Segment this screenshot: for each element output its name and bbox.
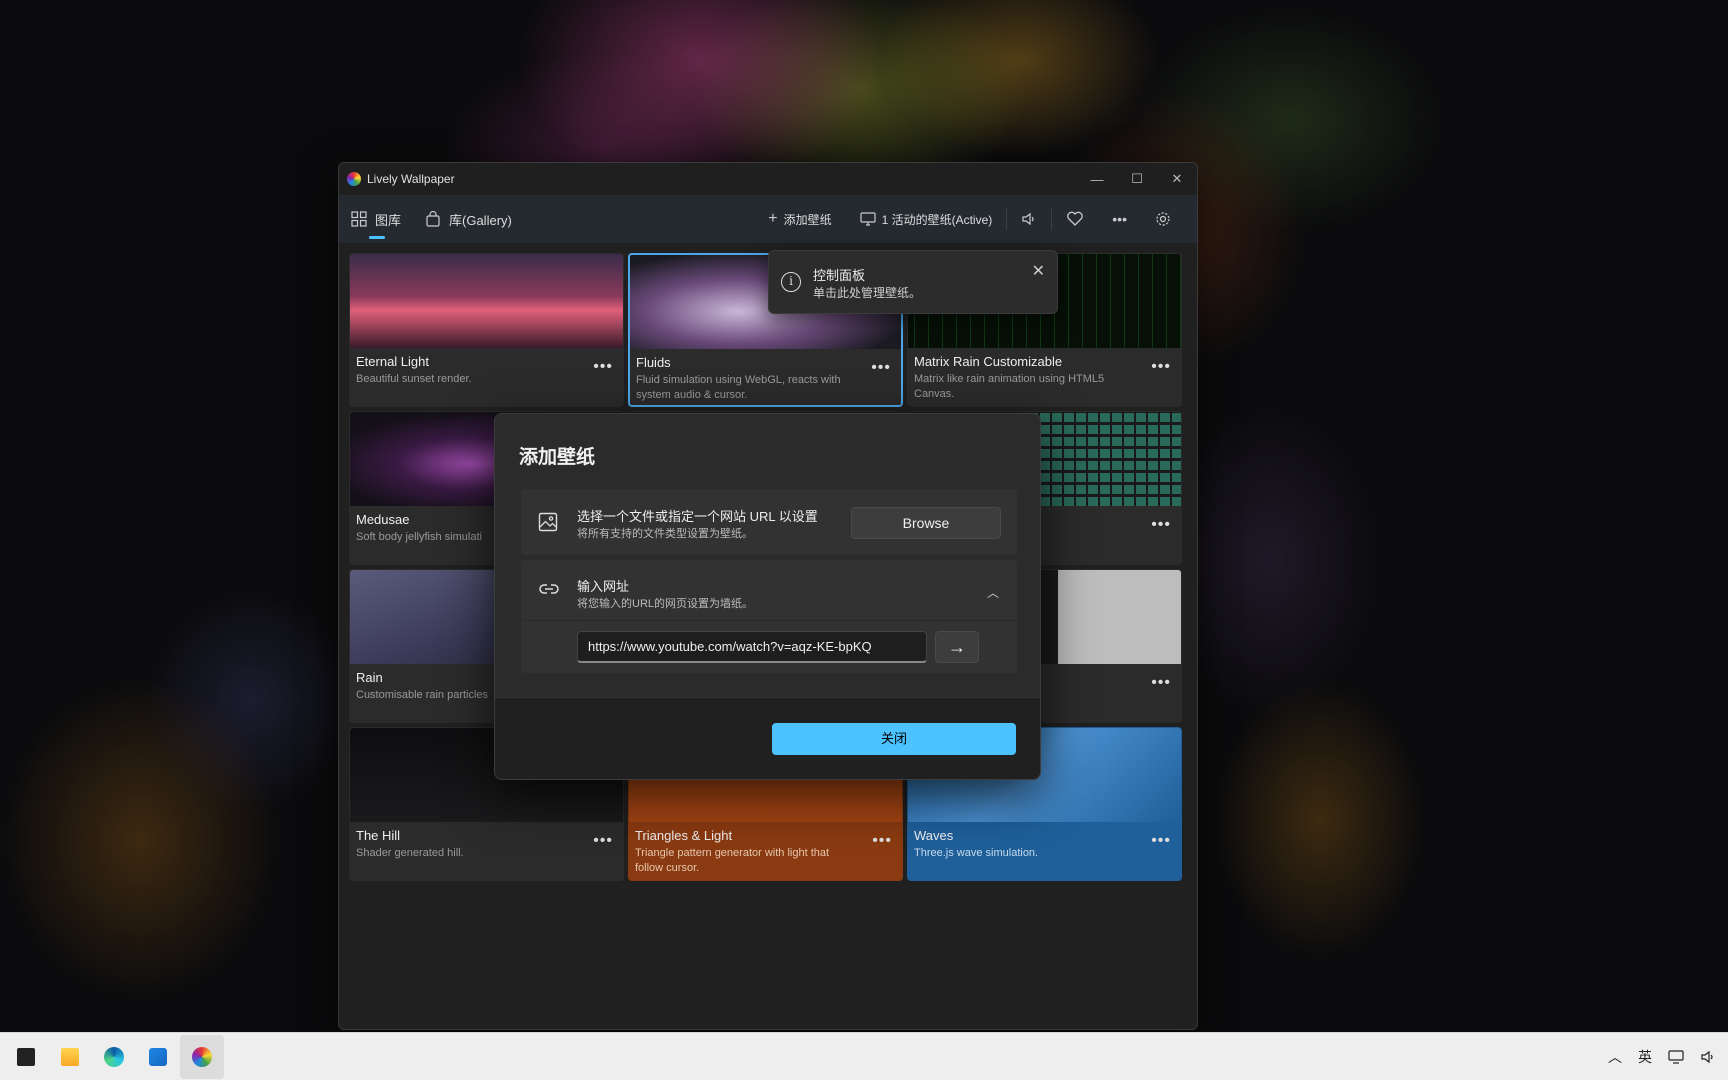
wallpaper-title: Fluids bbox=[636, 355, 671, 370]
active-wallpapers-button[interactable]: 1 活动的壁纸(Active) bbox=[846, 195, 1007, 243]
lively-logo-icon bbox=[347, 172, 361, 186]
taskbar-file-explorer[interactable] bbox=[48, 1035, 92, 1079]
wallpaper-desc: Fluid simulation using WebGL, reacts wit… bbox=[636, 374, 841, 401]
control-panel-tip[interactable]: i 控制面板 单击此处管理壁纸。 ✕ bbox=[768, 250, 1058, 314]
store-icon bbox=[149, 1047, 167, 1066]
add-wallpaper-button[interactable]: + 添加壁纸 bbox=[754, 195, 845, 243]
file-select-panel: 选择一个文件或指定一个网站 URL 以设置 将所有支持的文件类型设置为壁纸。 B… bbox=[521, 489, 1017, 555]
volume-button[interactable] bbox=[1007, 195, 1051, 243]
window-title: Lively Wallpaper bbox=[367, 172, 455, 186]
card-more-button[interactable]: ••• bbox=[872, 832, 892, 850]
speaker-icon[interactable] bbox=[1700, 1050, 1716, 1064]
bag-icon bbox=[426, 211, 440, 227]
card-more-button[interactable]: ••• bbox=[1151, 674, 1171, 692]
wallpaper-title: Eternal Light bbox=[356, 354, 429, 369]
card-more-button[interactable]: ••• bbox=[1151, 358, 1171, 376]
wallpaper-card-eternal-light[interactable]: Eternal Light Beautiful sunset render. •… bbox=[349, 253, 624, 407]
image-icon bbox=[538, 512, 558, 532]
wallpaper-desc: Triangle pattern generator with light th… bbox=[635, 847, 830, 874]
go-button[interactable]: → bbox=[935, 631, 979, 663]
taskbar-lively[interactable] bbox=[180, 1034, 224, 1079]
card-more-button[interactable]: ••• bbox=[593, 358, 613, 376]
add-wallpaper-dialog: 添加壁纸 选择一个文件或指定一个网站 URL 以设置 将所有支持的文件类型设置为… bbox=[494, 413, 1041, 780]
url-panel: 输入网址 将您输入的URL的网页设置为墙纸。 ︿ https://www.you… bbox=[521, 560, 1017, 673]
nav-library[interactable]: 图库 bbox=[351, 195, 401, 243]
active-wallpapers-label: 1 活动的壁纸(Active) bbox=[881, 212, 993, 227]
card-more-button[interactable]: ••• bbox=[1151, 516, 1171, 534]
favorite-button[interactable] bbox=[1052, 195, 1098, 243]
gear-icon bbox=[1156, 212, 1170, 226]
info-icon: i bbox=[781, 272, 801, 292]
heart-icon bbox=[1067, 211, 1084, 226]
link-icon bbox=[539, 584, 559, 594]
wallpaper-title: Waves bbox=[914, 828, 954, 843]
url-panel-subtitle: 将您输入的URL的网页设置为墙纸。 bbox=[577, 598, 754, 610]
terminal-icon bbox=[17, 1047, 35, 1066]
settings-button[interactable] bbox=[1141, 195, 1185, 243]
browse-button[interactable]: Browse bbox=[851, 507, 1001, 539]
card-more-button[interactable]: ••• bbox=[1151, 832, 1171, 850]
dialog-title: 添加壁纸 bbox=[519, 447, 596, 468]
title-bar: Lively Wallpaper — ☐ ✕ bbox=[339, 163, 1197, 195]
nav-gallery[interactable]: 库(Gallery) bbox=[425, 195, 512, 243]
plus-icon: + bbox=[768, 210, 778, 227]
card-more-button[interactable]: ••• bbox=[871, 359, 891, 377]
input-language[interactable]: 英 bbox=[1638, 1047, 1652, 1067]
url-panel-title: 输入网址 bbox=[577, 579, 630, 594]
maximize-button[interactable]: ☐ bbox=[1117, 163, 1157, 195]
tip-subtitle: 单击此处管理壁纸。 bbox=[813, 286, 922, 300]
nav-gallery-label: 库(Gallery) bbox=[449, 212, 512, 228]
wallpaper-desc: Three.js wave simulation. bbox=[914, 847, 1039, 859]
taskbar-edge[interactable] bbox=[92, 1035, 136, 1079]
toolbar: 图库 库(Gallery) + 添加壁纸 1 活动的壁纸(Active) ••• bbox=[339, 195, 1197, 243]
chevron-up-icon[interactable]: ︿ bbox=[987, 584, 999, 601]
folder-icon bbox=[61, 1047, 79, 1066]
minimize-button[interactable]: — bbox=[1077, 163, 1117, 195]
tip-title: 控制面板 bbox=[813, 268, 866, 283]
dialog-footer: 关闭 bbox=[495, 697, 1040, 779]
system-tray: ︿ 英 bbox=[1608, 1047, 1728, 1067]
file-panel-title: 选择一个文件或指定一个网站 URL 以设置 bbox=[577, 509, 818, 524]
lively-logo-icon bbox=[192, 1046, 212, 1067]
wallpaper-title: Matrix Rain Customizable bbox=[914, 354, 1063, 369]
chevron-up-icon[interactable]: ︿ bbox=[1608, 1047, 1622, 1067]
wallpaper-title: The Hill bbox=[356, 828, 401, 843]
taskbar-store[interactable] bbox=[136, 1035, 180, 1079]
wallpaper-title: Triangles & Light bbox=[635, 828, 733, 843]
monitor-icon bbox=[859, 212, 876, 226]
arrow-right-icon: → bbox=[948, 637, 966, 657]
wallpaper-thumbnail bbox=[350, 254, 623, 348]
more-button[interactable]: ••• bbox=[1098, 195, 1141, 243]
more-icon: ••• bbox=[1112, 211, 1127, 227]
taskbar: ︿ 英 bbox=[0, 1032, 1728, 1080]
grid-icon bbox=[351, 211, 367, 227]
wallpaper-desc: Matrix like rain animation using HTML5 C… bbox=[914, 373, 1105, 400]
tip-close-button[interactable]: ✕ bbox=[1032, 261, 1045, 281]
wallpaper-desc: Shader generated hill. bbox=[356, 847, 464, 859]
wallpaper-desc: Beautiful sunset render. bbox=[356, 373, 472, 385]
close-dialog-button[interactable]: 关闭 bbox=[772, 723, 1016, 755]
nav-library-label: 图库 bbox=[375, 212, 402, 228]
close-window-button[interactable]: ✕ bbox=[1157, 163, 1197, 195]
add-wallpaper-label: 添加壁纸 bbox=[783, 212, 832, 227]
taskbar-terminal[interactable] bbox=[4, 1035, 48, 1079]
url-input[interactable]: https://www.youtube.com/watch?v=aqz-KE-b… bbox=[577, 631, 927, 663]
network-icon[interactable] bbox=[1668, 1049, 1684, 1064]
speaker-icon bbox=[1022, 212, 1034, 226]
file-panel-subtitle: 将所有支持的文件类型设置为壁纸。 bbox=[577, 528, 753, 540]
card-more-button[interactable]: ••• bbox=[593, 832, 613, 850]
edge-icon bbox=[104, 1046, 124, 1067]
